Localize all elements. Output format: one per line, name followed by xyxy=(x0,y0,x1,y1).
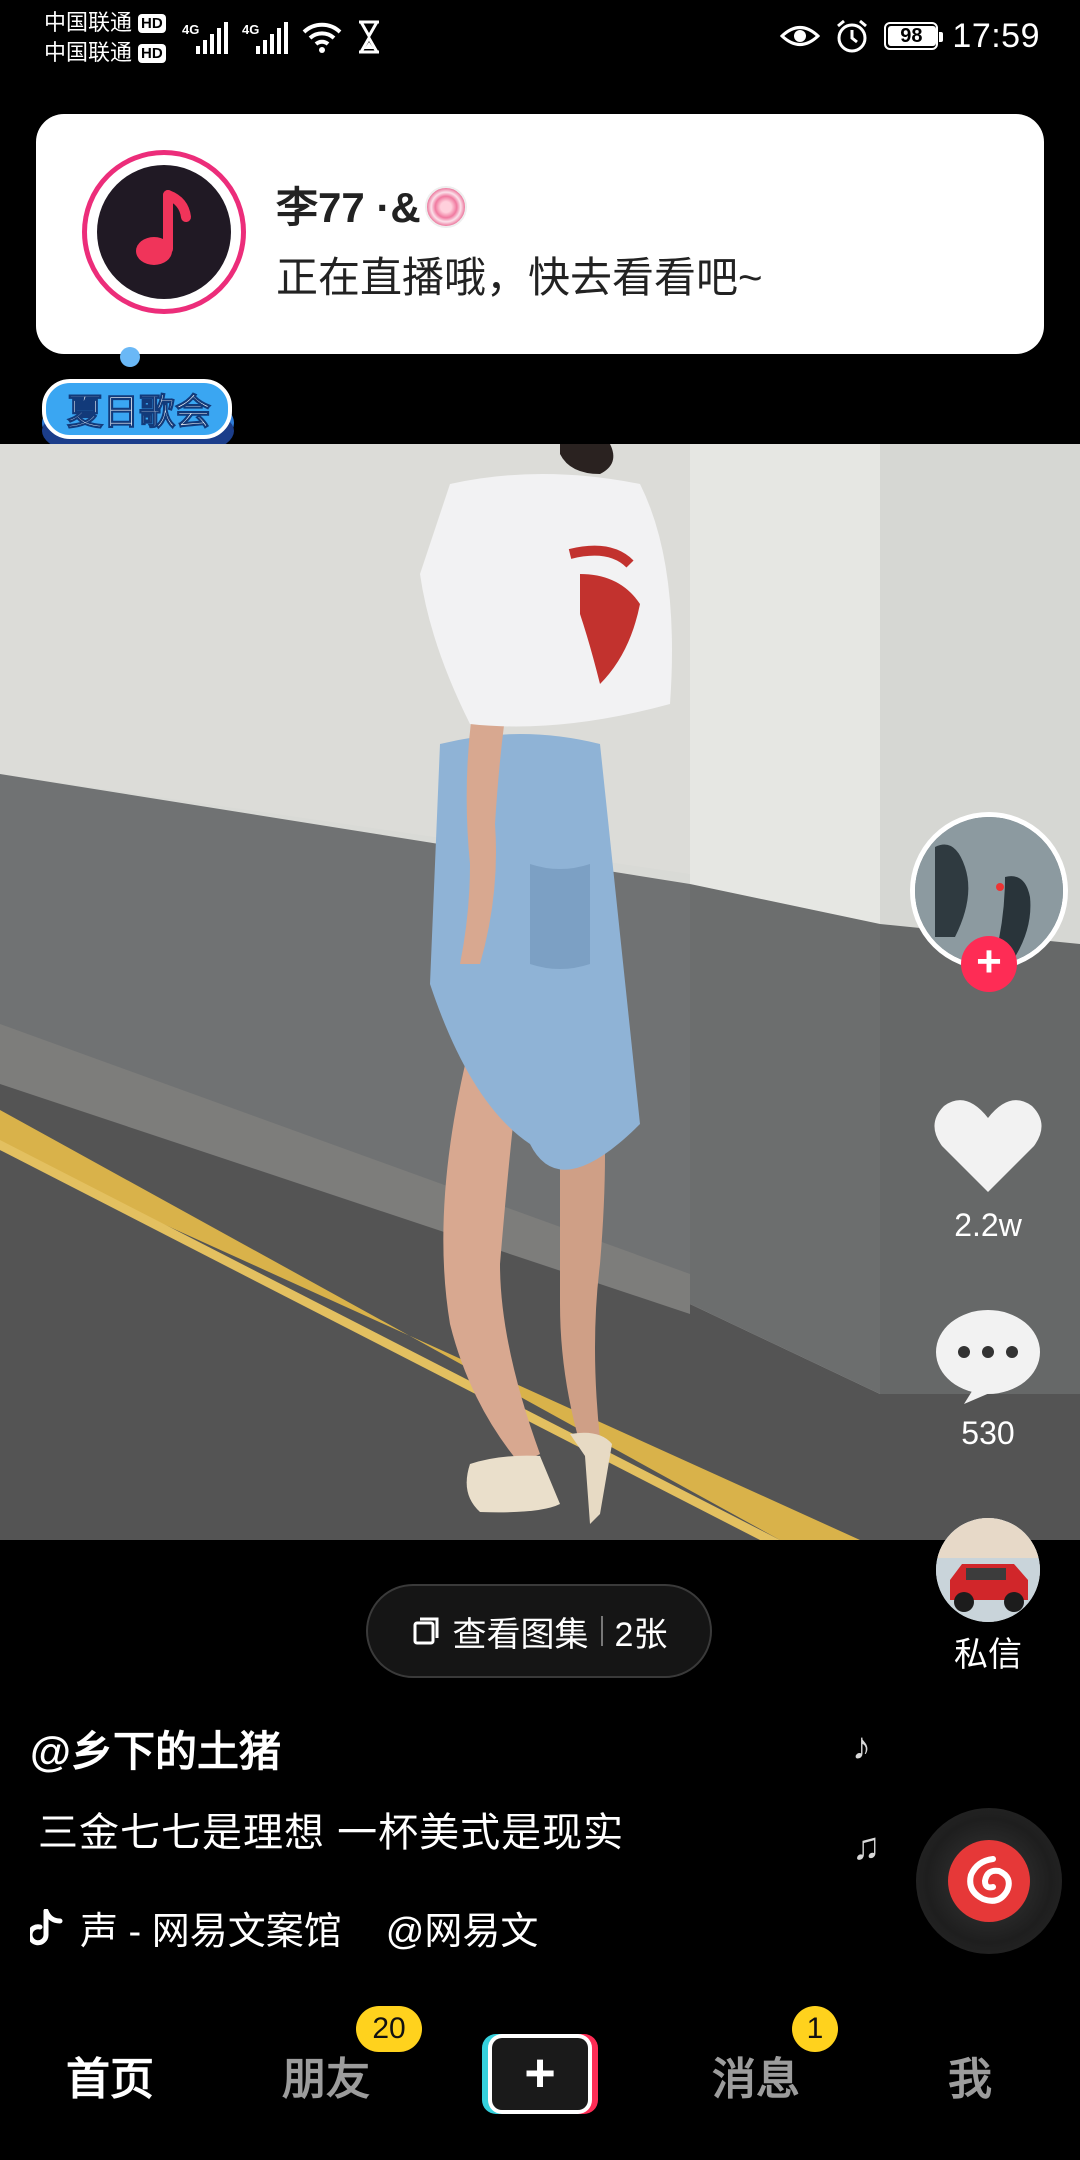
netease-music-icon xyxy=(967,1856,1012,1904)
signal-indicators: 4G 4G xyxy=(182,14,382,54)
tiktok-note-icon xyxy=(30,1908,63,1945)
music-disc[interactable] xyxy=(916,1808,1062,1954)
notification-message: 正在直播哦，快去看看吧~ xyxy=(276,254,763,301)
post-photo[interactable] xyxy=(0,444,1080,1540)
alarm-icon xyxy=(837,19,868,53)
wifi-icon xyxy=(302,22,342,53)
gallery-divider xyxy=(600,1616,603,1646)
music-info[interactable]: 声 - 网易文案馆 @网易文 xyxy=(30,1900,538,1955)
floating-note-icon: ♪ xyxy=(852,1726,871,1768)
like-count: 2.2w xyxy=(954,1207,1022,1243)
carrier-info: 中国联通 HD 中国联通 HD xyxy=(44,8,166,68)
comment-button[interactable]: 530 xyxy=(930,1308,1046,1452)
tab-home[interactable]: 首页 xyxy=(40,2010,180,2140)
carrier-2: 中国联通 xyxy=(44,40,133,65)
hourglass-icon xyxy=(359,20,379,54)
candy-emoji-icon xyxy=(424,186,467,228)
tab-me[interactable]: 我 xyxy=(900,2010,1040,2140)
status-bar: 中国联通 HD 中国联通 HD 4G 4G 98 17:59 xyxy=(0,0,1080,72)
signal-icon: 4G xyxy=(182,22,228,54)
hd-badge: HD xyxy=(138,43,166,63)
live-notification[interactable]: 李77 ·& 正在直播哦，快去看看吧~ xyxy=(36,114,1044,354)
music-author: @网易文 xyxy=(385,1911,539,1953)
floating-note-icon: ♫ xyxy=(852,1826,881,1868)
notification-name: 李77 ·& xyxy=(276,174,467,235)
create-plus-icon: + xyxy=(492,2038,588,2110)
signal-icon: 4G xyxy=(242,22,288,54)
tab-messages-label: 消息 xyxy=(712,2055,800,2104)
event-badge-label: 夏日歌会 xyxy=(66,391,211,433)
comment-count: 530 xyxy=(961,1415,1015,1451)
dm-label[interactable]: 私信 xyxy=(930,1627,1046,1676)
messages-badge: 1 xyxy=(792,2006,838,2052)
status-right: 98 17:59 xyxy=(780,14,1040,58)
create-button[interactable]: + xyxy=(482,2034,598,2114)
music-note-icon xyxy=(136,190,191,265)
tab-friends-label: 朋友 xyxy=(282,2055,370,2104)
gallery-count: 2张 xyxy=(614,1615,668,1654)
post-caption: 三金七七是理想 一杯美式是现实 xyxy=(38,1811,625,1855)
gallery-icon xyxy=(413,1617,439,1645)
hd-badge: HD xyxy=(138,13,166,33)
post-author[interactable]: @乡下的土猪 xyxy=(30,1718,281,1779)
dm-avatar[interactable] xyxy=(936,1518,1040,1622)
battery-indicator: 98 xyxy=(884,22,944,50)
friends-badge: 20 xyxy=(356,2006,422,2052)
music-title: 声 - 网易文案馆 xyxy=(80,1911,342,1953)
gallery-label: 查看图集 xyxy=(452,1615,589,1654)
eye-icon xyxy=(780,26,821,46)
clock: 17:59 xyxy=(952,16,1040,55)
like-button[interactable]: 2.2w xyxy=(930,1096,1046,1244)
notification-avatar xyxy=(82,150,246,314)
heart-icon xyxy=(934,1100,1042,1192)
view-gallery-button[interactable]: 查看图集 2张 xyxy=(366,1584,712,1678)
follow-button[interactable]: + xyxy=(961,936,1017,992)
carrier-1: 中国联通 xyxy=(44,10,133,35)
comment-bubble-icon xyxy=(936,1310,1040,1404)
